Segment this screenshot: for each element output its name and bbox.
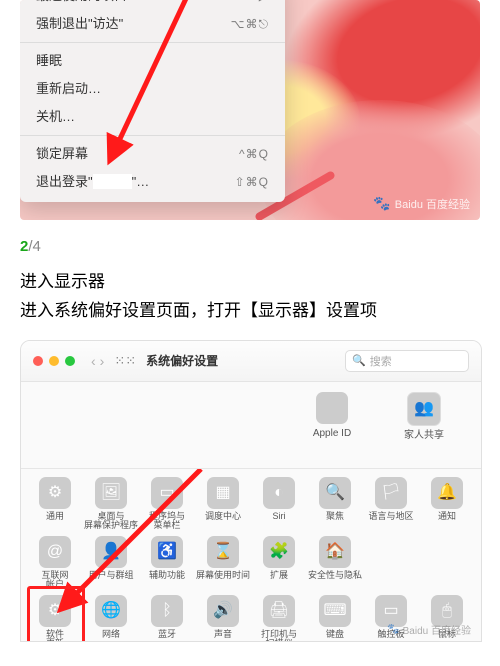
pref-internet-accounts[interactable]: @互联网帐户 xyxy=(27,536,83,591)
search-field[interactable]: 🔍 搜索 xyxy=(345,350,469,372)
accessibility-icon: ♿ xyxy=(151,536,183,568)
menu-restart-label: 重新启动… xyxy=(36,80,101,98)
mission-icon: ▦ xyxy=(207,477,239,509)
menu-lock-shortcut: ^⌘Q xyxy=(239,145,269,163)
language-icon: 🏳 xyxy=(375,477,407,509)
pref-dock[interactable]: ▭程序坞与菜单栏 xyxy=(139,477,195,532)
baidu-watermark-2: 🐾 Baidu 百度经验 xyxy=(387,622,471,637)
hero-family-label: 家人共享 xyxy=(404,430,444,441)
minimize-button[interactable] xyxy=(49,356,59,366)
pref-security[interactable]: 🏠安全性与隐私 xyxy=(307,536,363,591)
menu-logout-label: 退出登录" "… xyxy=(36,173,149,191)
titlebar: ‹ › ⁙⁙ 系统偏好设置 🔍 搜索 xyxy=(21,341,481,382)
baidu-watermark-text: Baidu 百度经验 xyxy=(395,196,470,212)
close-button[interactable] xyxy=(33,356,43,366)
pref-software-update[interactable]: ⚙软件更新 xyxy=(27,595,83,642)
network-icon: 🌐 xyxy=(95,595,127,627)
nav-buttons: ‹ › xyxy=(91,353,104,369)
pref-siri[interactable]: ◐Siri xyxy=(251,477,307,532)
notification-icon: 🔔 xyxy=(431,477,463,509)
pref-accessibility[interactable]: ♿辅助功能 xyxy=(139,536,195,591)
baidu-paw-icon-2: 🐾 xyxy=(387,624,399,635)
menu-recent-items[interactable]: 最近使用的项目 ▶ xyxy=(20,0,285,10)
step-title: 进入显示器 xyxy=(20,267,480,292)
hero-row: Apple ID 👥 家人共享 xyxy=(21,382,481,462)
apple-menu-screenshot: 最近使用的项目 ▶ 强制退出"访达" ⌥⌘⎋ 睡眠 重新启动… 关机… 锁定屏幕… xyxy=(20,0,480,220)
pref-bluetooth[interactable]: ᛒ蓝牙 xyxy=(139,595,195,642)
dock-icon: ▭ xyxy=(151,477,183,509)
step-counter: 2/4 xyxy=(20,238,480,255)
pref-notifications[interactable]: 🔔通知 xyxy=(419,477,475,532)
apple-menu: 最近使用的项目 ▶ 强制退出"访达" ⌥⌘⎋ 睡眠 重新启动… 关机… 锁定屏幕… xyxy=(20,0,285,202)
pref-printers[interactable]: 🖨打印机与扫描仪 xyxy=(251,595,307,642)
spotlight-icon: 🔍 xyxy=(319,477,351,509)
menu-force-quit-shortcut: ⌥⌘⎋ xyxy=(231,15,269,33)
screentime-icon: ⌛ xyxy=(207,536,239,568)
pref-users[interactable]: 👤用户与群组 xyxy=(83,536,139,591)
keyboard-icon: ⌨ xyxy=(319,595,351,627)
pref-language[interactable]: 🏳语言与地区 xyxy=(363,477,419,532)
internet-icon: @ xyxy=(39,536,71,568)
step-total: /4 xyxy=(28,238,41,255)
system-preferences-window: ‹ › ⁙⁙ 系统偏好设置 🔍 搜索 Apple ID 👥 家人共享 ⚙通用 xyxy=(20,340,482,642)
back-button[interactable]: ‹ xyxy=(91,353,96,369)
menu-lock-label: 锁定屏幕 xyxy=(36,145,88,163)
general-icon: ⚙ xyxy=(39,477,71,509)
pref-extensions[interactable]: 🧩扩展 xyxy=(251,536,307,591)
menu-recent-label: 最近使用的项目 xyxy=(36,0,127,5)
preferences-grid: ⚙通用 🖼桌面与屏幕保护程序 ▭程序坞与菜单栏 ▦调度中心 ◐Siri 🔍聚焦 … xyxy=(21,469,481,642)
hero-family-sharing[interactable]: 👥 家人共享 xyxy=(397,392,451,441)
pref-spotlight[interactable]: 🔍聚焦 xyxy=(307,477,363,532)
bluetooth-icon: ᛒ xyxy=(151,595,183,627)
pref-sound[interactable]: 🔊声音 xyxy=(195,595,251,642)
pref-desktop[interactable]: 🖼桌面与屏幕保护程序 xyxy=(83,477,139,532)
window-controls xyxy=(33,356,75,366)
pref-network[interactable]: 🌐网络 xyxy=(83,595,139,642)
page: 最近使用的项目 ▶ 强制退出"访达" ⌥⌘⎋ 睡眠 重新启动… 关机… 锁定屏幕… xyxy=(0,0,500,662)
chevron-right-icon: ▶ xyxy=(259,0,269,5)
pref-screen-time[interactable]: ⌛屏幕使用时间 xyxy=(195,536,251,591)
grid-icon[interactable]: ⁙⁙ xyxy=(114,353,136,369)
forward-button[interactable]: › xyxy=(100,353,105,369)
sound-icon: 🔊 xyxy=(207,595,239,627)
menu-logout[interactable]: 退出登录" "… ⇧⌘Q xyxy=(20,168,285,196)
menu-force-quit[interactable]: 强制退出"访达" ⌥⌘⎋ xyxy=(20,10,285,38)
siri-icon: ◐ xyxy=(263,477,295,509)
baidu-paw-icon: 🐾 xyxy=(373,195,390,212)
software-update-icon: ⚙ xyxy=(39,595,71,627)
security-icon: 🏠 xyxy=(319,536,351,568)
apple-icon xyxy=(316,392,348,424)
menu-sleep[interactable]: 睡眠 xyxy=(20,47,285,75)
window-title: 系统偏好设置 xyxy=(146,352,218,369)
users-icon: 👤 xyxy=(95,536,127,568)
baidu-watermark-text-2: Baidu 百度经验 xyxy=(403,622,471,637)
hero-apple-label: Apple ID xyxy=(313,428,351,439)
search-icon: 🔍 xyxy=(352,354,366,367)
pref-mission-control[interactable]: ▦调度中心 xyxy=(195,477,251,532)
menu-shutdown[interactable]: 关机… xyxy=(20,103,285,131)
menu-logout-shortcut: ⇧⌘Q xyxy=(235,173,269,191)
pref-keyboard[interactable]: ⌨键盘 xyxy=(307,595,363,642)
search-placeholder: 搜索 xyxy=(370,353,392,369)
hero-apple-id[interactable]: Apple ID xyxy=(305,392,359,439)
zoom-button[interactable] xyxy=(65,356,75,366)
step-description: 进入系统偏好设置页面，打开【显示器】设置项 xyxy=(20,298,480,324)
pref-general[interactable]: ⚙通用 xyxy=(27,477,83,532)
menu-lock[interactable]: 锁定屏幕 ^⌘Q xyxy=(20,140,285,168)
printer-icon: 🖨 xyxy=(263,595,295,627)
menu-sleep-label: 睡眠 xyxy=(36,52,62,70)
baidu-watermark: 🐾 Baidu 百度经验 xyxy=(373,195,470,212)
menu-shutdown-label: 关机… xyxy=(36,108,75,126)
menu-force-quit-label: 强制退出"访达" xyxy=(36,15,123,33)
desktop-icon: 🖼 xyxy=(95,477,127,509)
family-icon: 👥 xyxy=(407,392,441,426)
menu-restart[interactable]: 重新启动… xyxy=(20,75,285,103)
extensions-icon: 🧩 xyxy=(263,536,295,568)
